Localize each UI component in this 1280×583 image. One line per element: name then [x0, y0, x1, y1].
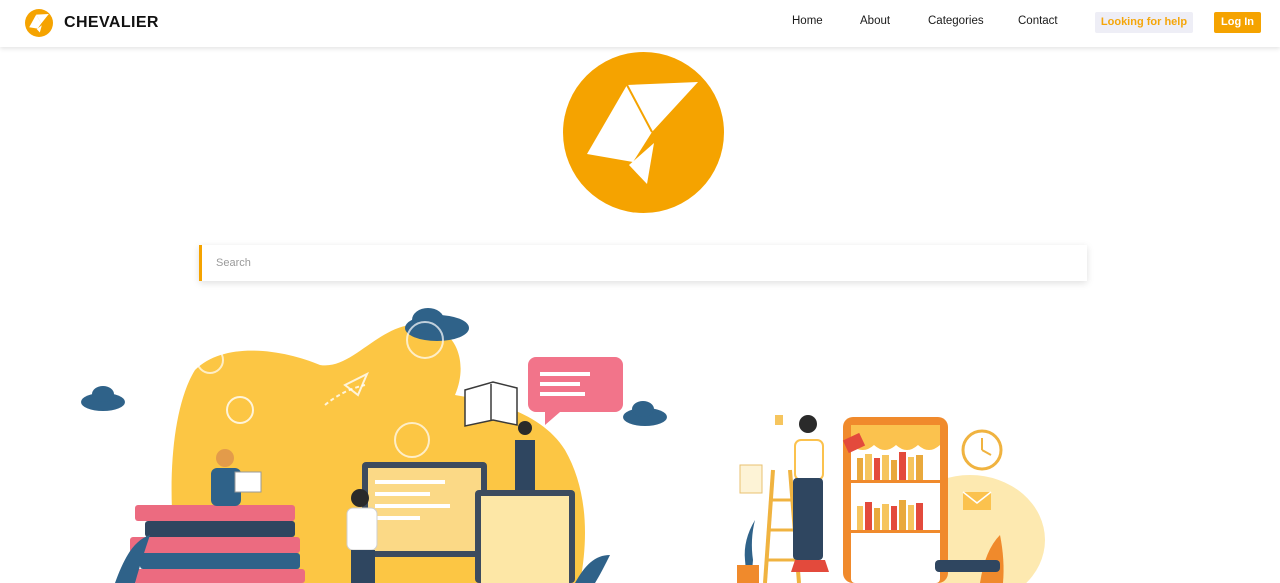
- nav-contact[interactable]: Contact: [1018, 15, 1058, 27]
- nav-home[interactable]: Home: [792, 15, 823, 27]
- paper-plane-logo-icon: [25, 9, 53, 37]
- people-studying-books-illustration: [81, 308, 667, 583]
- navbar: CHEVALIER Home About Categories Contact …: [0, 0, 1280, 47]
- search-box: [199, 245, 1087, 281]
- brand-name: CHEVALIER: [64, 14, 159, 31]
- search-input[interactable]: [202, 245, 1087, 281]
- hero-logo-icon: [563, 52, 724, 213]
- nav-categories[interactable]: Categories: [928, 15, 984, 27]
- person-on-ladder-bookshelf-illustration: [737, 415, 1045, 583]
- nav-about[interactable]: About: [860, 15, 890, 27]
- looking-for-help-button[interactable]: Looking for help: [1095, 12, 1193, 33]
- login-button[interactable]: Log In: [1214, 12, 1261, 33]
- brand[interactable]: CHEVALIER: [25, 9, 159, 37]
